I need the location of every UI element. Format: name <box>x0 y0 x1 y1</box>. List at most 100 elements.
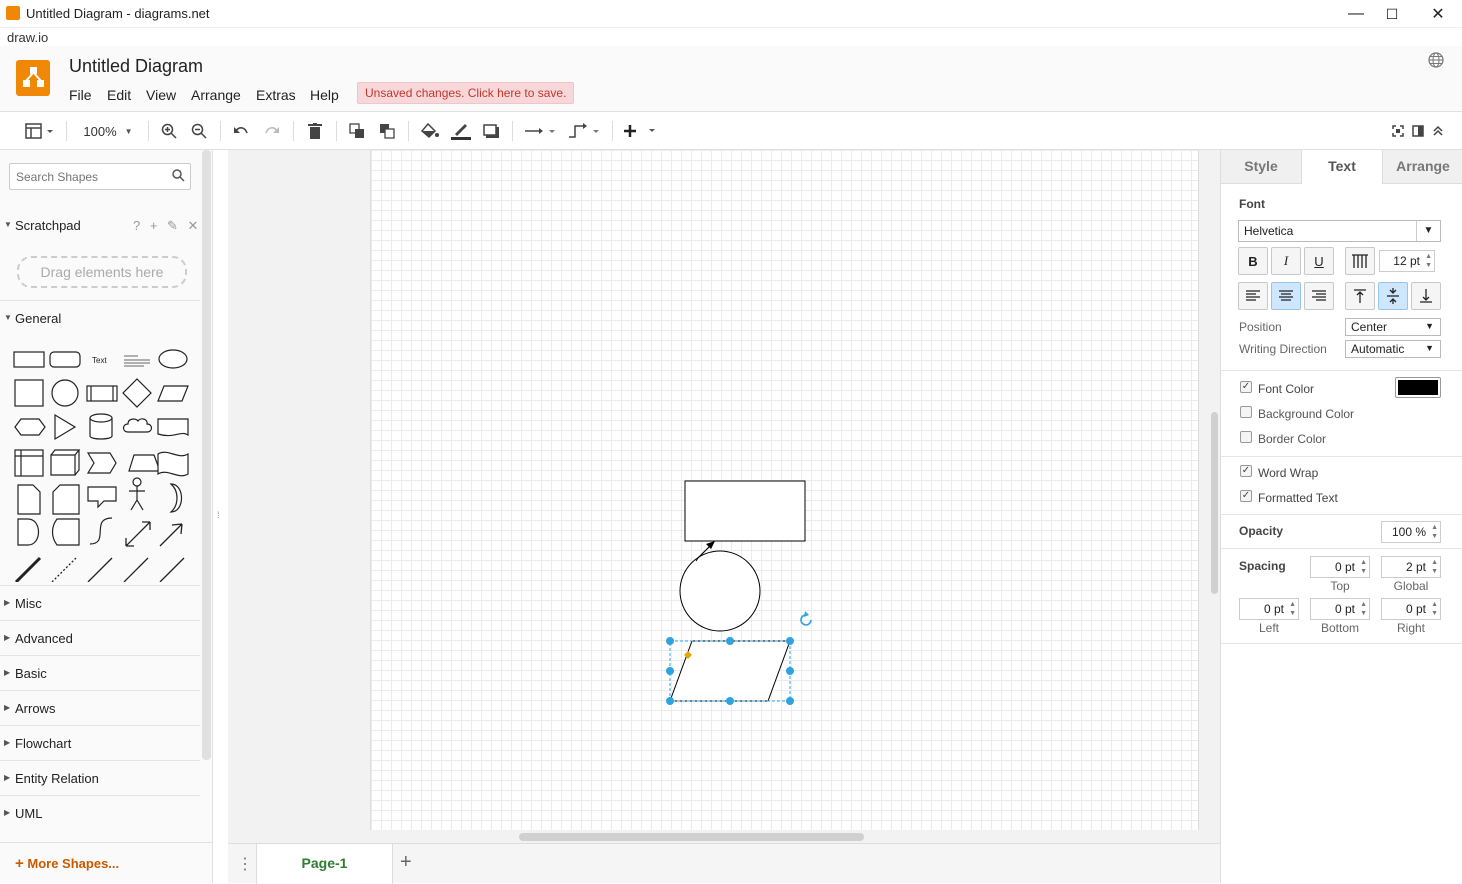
align-left-button[interactable] <box>1238 282 1268 310</box>
format-panel-toggle-icon[interactable] <box>20 120 56 142</box>
align-right-button[interactable] <box>1304 282 1334 310</box>
align-top-button[interactable] <box>1345 282 1375 310</box>
zoom-out-icon[interactable] <box>188 120 210 142</box>
fill-color-icon[interactable] <box>418 120 442 142</box>
stepper-arrows-icon[interactable]: ▲ ▼ <box>1425 252 1432 270</box>
stepper-arrows-icon[interactable]: ▲ ▼ <box>1360 558 1367 576</box>
minimize-button[interactable]: — <box>1336 2 1376 26</box>
menu-extras[interactable]: Extras <box>256 87 296 103</box>
shadow-icon[interactable] <box>480 120 502 142</box>
scratchpad-drop-zone[interactable]: Drag elements here <box>17 256 187 288</box>
stepper-arrows-icon[interactable]: ▲ ▼ <box>1360 600 1367 618</box>
tab-style[interactable]: Style <box>1221 150 1302 184</box>
shape-circle <box>51 379 79 407</box>
collapse-up-icon[interactable] <box>1428 120 1448 142</box>
zoom-in-icon[interactable] <box>158 120 180 142</box>
stepper-arrows-icon[interactable]: ▲ ▼ <box>1431 600 1438 618</box>
align-middle-button[interactable] <box>1378 282 1408 310</box>
canvas-vertical-scrollbar[interactable] <box>1211 412 1218 594</box>
toolbar-divider <box>512 121 513 141</box>
position-select[interactable]: Center ▼ <box>1345 318 1441 336</box>
section-misc[interactable]: ▶ Misc <box>0 585 200 620</box>
tab-arrange[interactable]: Arrange <box>1383 150 1462 184</box>
menu-file[interactable]: File <box>69 87 92 103</box>
align-center-button[interactable] <box>1271 282 1301 310</box>
section-uml[interactable]: ▶ UML <box>0 795 200 830</box>
border-color-label: Border Color <box>1258 432 1327 446</box>
section-basic[interactable]: ▶ Basic <box>0 655 200 690</box>
shape-note <box>17 484 41 515</box>
close-button[interactable]: ✕ <box>1418 2 1458 26</box>
spacing-global-input[interactable]: 2 pt ▲ ▼ <box>1381 556 1441 578</box>
delete-icon[interactable] <box>304 120 326 142</box>
spacing-right-input[interactable]: 0 pt ▲ ▼ <box>1381 598 1441 620</box>
font-size-input[interactable]: 12 pt ▲ ▼ <box>1379 250 1435 272</box>
section-entity-relation[interactable]: ▶ Entity Relation <box>0 760 200 795</box>
font-color-checkbox[interactable]: ✓ <box>1240 381 1252 393</box>
italic-button[interactable]: I <box>1271 247 1301 275</box>
opacity-value: 100 % <box>1391 525 1426 539</box>
formatted-text-checkbox[interactable]: ✓ <box>1240 490 1252 502</box>
format-panel-icon[interactable] <box>1408 120 1428 142</box>
word-wrap-checkbox[interactable]: ✓ <box>1240 465 1252 477</box>
section-flowchart[interactable]: ▶ Flowchart <box>0 725 200 760</box>
section-advanced[interactable]: ▶ Advanced <box>0 620 200 655</box>
undo-icon[interactable] <box>230 120 252 142</box>
menu-help[interactable]: Help <box>310 87 339 103</box>
add-page-button[interactable]: + <box>400 851 412 874</box>
connection-style-icon[interactable] <box>522 120 558 142</box>
language-globe-icon[interactable] <box>1428 52 1444 73</box>
page-tab[interactable]: Page-1 <box>256 844 393 884</box>
general-shapes-grid[interactable]: Text <box>8 342 198 582</box>
insert-plus-icon[interactable] <box>622 120 658 142</box>
zoom-select[interactable]: 100% ▼ <box>80 120 136 142</box>
bold-button[interactable]: B <box>1238 247 1268 275</box>
align-bottom-button[interactable] <box>1411 282 1441 310</box>
opacity-input[interactable]: 100 % ▲ ▼ <box>1381 521 1441 543</box>
spacing-top-input[interactable]: 0 pt ▲ ▼ <box>1310 556 1370 578</box>
sidebar-scrollbar[interactable] <box>202 150 211 760</box>
to-back-icon[interactable] <box>376 120 398 142</box>
stepper-arrows-icon[interactable]: ▲ ▼ <box>1431 558 1438 576</box>
stepper-arrows-icon[interactable]: ▲ ▼ <box>1431 523 1438 541</box>
line-color-icon[interactable] <box>449 120 473 142</box>
unsaved-changes-notice[interactable]: Unsaved changes. Click here to save. <box>357 82 575 104</box>
search-shapes-input[interactable] <box>9 163 191 190</box>
shape-step <box>86 452 117 474</box>
stepper-arrows-icon[interactable]: ▲ ▼ <box>1289 600 1296 618</box>
sidebar-resize-handle[interactable]: ⁞ <box>217 510 220 520</box>
chevron-right-icon: ▶ <box>4 773 11 782</box>
chevron-right-icon: ▶ <box>4 703 11 712</box>
underline-button[interactable]: U <box>1304 247 1334 275</box>
shape-double-arrow-line <box>123 557 149 582</box>
spacing-bottom-input[interactable]: 0 pt ▲ ▼ <box>1310 598 1370 620</box>
menu-arrange[interactable]: Arrange <box>191 87 241 103</box>
font-color-swatch[interactable] <box>1395 377 1441 398</box>
font-color-fill <box>1398 380 1438 395</box>
redo-icon[interactable] <box>261 120 283 142</box>
tab-text[interactable]: Text <box>1302 150 1383 184</box>
writing-direction-select[interactable]: Automatic ▼ <box>1345 340 1441 358</box>
section-general[interactable]: ▼ General <box>0 300 200 335</box>
search-icon[interactable] <box>172 169 185 185</box>
document-title[interactable]: Untitled Diagram <box>69 56 203 77</box>
waypoint-style-icon[interactable] <box>566 120 602 142</box>
background-color-checkbox[interactable] <box>1240 406 1252 418</box>
menu-view[interactable]: View <box>146 87 176 103</box>
pages-menu-icon[interactable]: ⋮ <box>237 854 253 874</box>
shape-line <box>87 557 113 582</box>
fullscreen-icon[interactable] <box>1388 120 1408 142</box>
scratchpad-actions[interactable]: ? + ✎ ✕ <box>133 218 201 234</box>
shapes-sidebar: ▼Scratchpad ? + ✎ ✕ Drag elements here ▼… <box>0 150 213 883</box>
to-front-icon[interactable] <box>346 120 368 142</box>
more-shapes-button[interactable]: + More Shapes... <box>0 842 212 883</box>
diagram-shapes[interactable] <box>660 470 820 710</box>
font-family-select[interactable]: Helvetica ▼ <box>1238 220 1441 242</box>
vertical-text-button[interactable] <box>1345 247 1375 275</box>
maximize-button[interactable]: ☐ <box>1372 2 1412 26</box>
section-arrows[interactable]: ▶ Arrows <box>0 690 200 725</box>
menu-edit[interactable]: Edit <box>107 87 131 103</box>
spacing-left-input[interactable]: 0 pt ▲ ▼ <box>1239 598 1299 620</box>
border-color-checkbox[interactable] <box>1240 431 1252 443</box>
canvas-horizontal-scrollbar[interactable] <box>519 833 864 841</box>
